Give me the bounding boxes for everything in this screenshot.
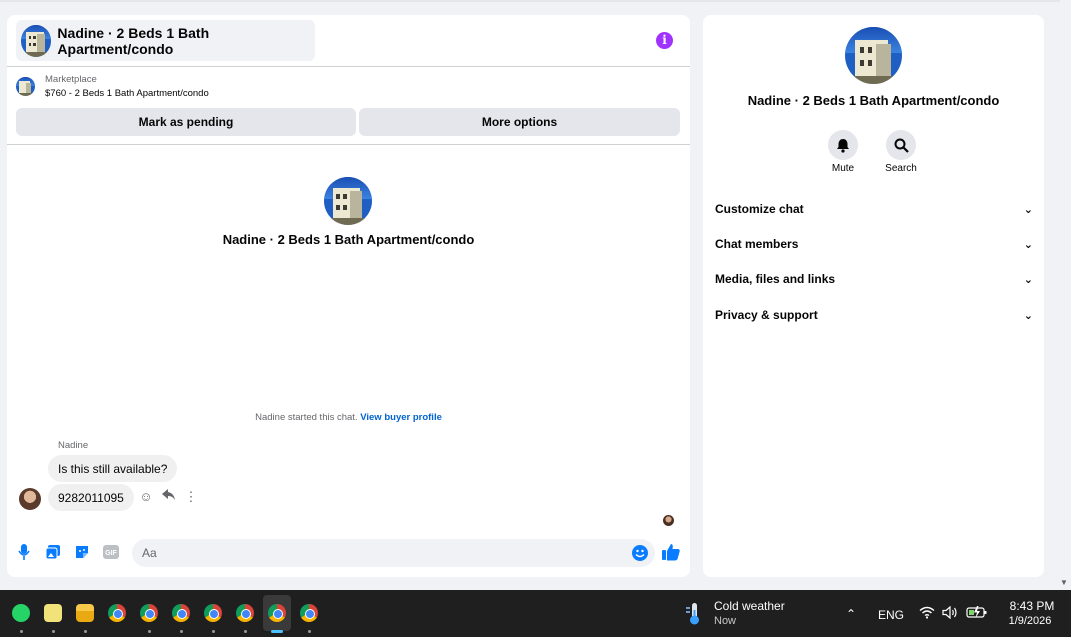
language-indicator[interactable]: ENG	[878, 608, 904, 622]
info-icon[interactable]: i	[656, 32, 673, 49]
marketplace-listing-thumbnail[interactable]	[16, 77, 35, 96]
running-indicator	[212, 630, 215, 633]
running-indicator	[20, 630, 23, 633]
search-button[interactable]	[886, 130, 916, 160]
chat-header[interactable]: Nadine · 2 Beds 1 Bath Apartment/condo	[16, 20, 315, 61]
running-indicator	[52, 630, 55, 633]
chat-details-panel: Nadine · 2 Beds 1 Bath Apartment/condo M…	[703, 15, 1044, 577]
message-bubble[interactable]: Is this still available?	[48, 455, 178, 482]
section-privacy-support[interactable]: Privacy & support ⌄	[715, 303, 1033, 327]
active-indicator	[271, 630, 283, 633]
chrome-profile-icon[interactable]	[236, 604, 254, 622]
details-title: Nadine · 2 Beds 1 Bath Apartment/condo	[747, 93, 1000, 108]
taskbar: Cold weather Now ⌃ ENG 8:43 PM 1/9/2026	[0, 590, 1071, 637]
thumbs-up-icon[interactable]	[662, 543, 682, 563]
weather-title[interactable]: Cold weather	[714, 599, 785, 613]
svg-text:GIF: GIF	[105, 550, 117, 557]
mute-button[interactable]	[828, 130, 858, 160]
chat-started-text: Nadine started this chat.	[255, 412, 358, 423]
photo-attach-icon[interactable]	[45, 544, 61, 560]
running-indicator	[180, 630, 183, 633]
search-label: Search	[885, 163, 917, 174]
battery-charging-icon[interactable]	[966, 605, 988, 622]
search-icon	[894, 138, 909, 153]
bell-icon	[837, 138, 849, 153]
chevron-down-icon: ⌄	[1023, 237, 1033, 251]
sender-avatar[interactable]	[19, 488, 41, 510]
chrome-profile-icon[interactable]	[140, 604, 158, 622]
section-label: Chat members	[715, 237, 799, 251]
chevron-down-icon: ⌄	[1023, 202, 1033, 216]
divider	[7, 66, 690, 67]
section-chat-members[interactable]: Chat members ⌄	[715, 232, 1033, 256]
react-emoji-icon[interactable]: ☺	[139, 489, 153, 504]
marketplace-label: Marketplace	[45, 74, 97, 85]
gif-icon[interactable]: GIF	[103, 544, 119, 560]
mark-as-pending-button[interactable]: Mark as pending	[16, 108, 356, 136]
chrome-profile-icon[interactable]	[268, 604, 286, 622]
emoji-picker-icon[interactable]	[632, 545, 648, 561]
notepad-icon[interactable]	[44, 604, 62, 622]
microphone-icon[interactable]	[16, 544, 32, 560]
conversation-avatar	[845, 27, 902, 84]
message-input[interactable]: Aa	[132, 539, 655, 567]
message-input-placeholder: Aa	[142, 546, 157, 560]
running-indicator	[84, 630, 87, 633]
whatsapp-icon[interactable]	[12, 604, 30, 622]
running-indicator	[308, 630, 311, 633]
chat-panel: Nadine · 2 Beds 1 Bath Apartment/condo i…	[7, 15, 690, 577]
listing-avatar	[21, 24, 52, 57]
chat-title: Nadine · 2 Beds 1 Bath Apartment/condo	[57, 24, 210, 57]
more-actions-icon[interactable]: ⋮	[184, 489, 198, 505]
volume-icon[interactable]	[942, 605, 959, 622]
running-indicator	[148, 630, 151, 633]
chrome-profile-icon[interactable]	[204, 604, 222, 622]
conversation-avatar	[324, 177, 372, 225]
section-label: Privacy & support	[715, 308, 818, 322]
clock-time[interactable]: 8:43 PM	[1004, 599, 1060, 613]
weather-subtitle: Now	[714, 615, 737, 627]
clock-date[interactable]: 1/9/2026	[1000, 615, 1060, 627]
message-bubble[interactable]: 9282011095	[48, 484, 134, 511]
chrome-profile-icon[interactable]	[172, 604, 190, 622]
section-media-files-links[interactable]: Media, files and links ⌄	[715, 267, 1033, 291]
sticker-icon[interactable]	[74, 544, 90, 560]
scroll-down-arrow-icon[interactable]: ▼	[1060, 578, 1068, 587]
listing-price-title[interactable]: $760 - 2 Beds 1 Bath Apartment/condo	[45, 88, 209, 99]
seen-receipt-avatar	[663, 515, 674, 526]
divider	[7, 144, 690, 145]
running-indicator	[244, 630, 247, 633]
chat-started-notice: Nadine started this chat. View buyer pro…	[7, 412, 690, 423]
window-top-border	[0, 0, 1060, 2]
more-options-button[interactable]: More options	[359, 108, 680, 136]
chevron-down-icon: ⌄	[1023, 308, 1033, 322]
sender-name: Nadine	[58, 440, 89, 451]
chrome-icon[interactable]	[108, 604, 126, 622]
section-label: Customize chat	[715, 202, 804, 216]
chevron-up-icon[interactable]: ⌃	[846, 607, 856, 621]
conversation-title: Nadine · 2 Beds 1 Bath Apartment/condo	[222, 232, 475, 247]
mute-label: Mute	[831, 163, 855, 174]
file-explorer-icon[interactable]	[76, 604, 94, 622]
section-customize-chat[interactable]: Customize chat ⌄	[715, 197, 1033, 221]
section-label: Media, files and links	[715, 272, 836, 286]
chrome-profile-icon[interactable]	[300, 604, 318, 622]
view-buyer-profile-link[interactable]: View buyer profile	[360, 412, 442, 423]
reply-icon[interactable]	[162, 489, 176, 504]
chevron-down-icon: ⌄	[1023, 272, 1033, 286]
thermometer-icon[interactable]	[684, 602, 704, 631]
wifi-icon[interactable]	[919, 606, 935, 622]
